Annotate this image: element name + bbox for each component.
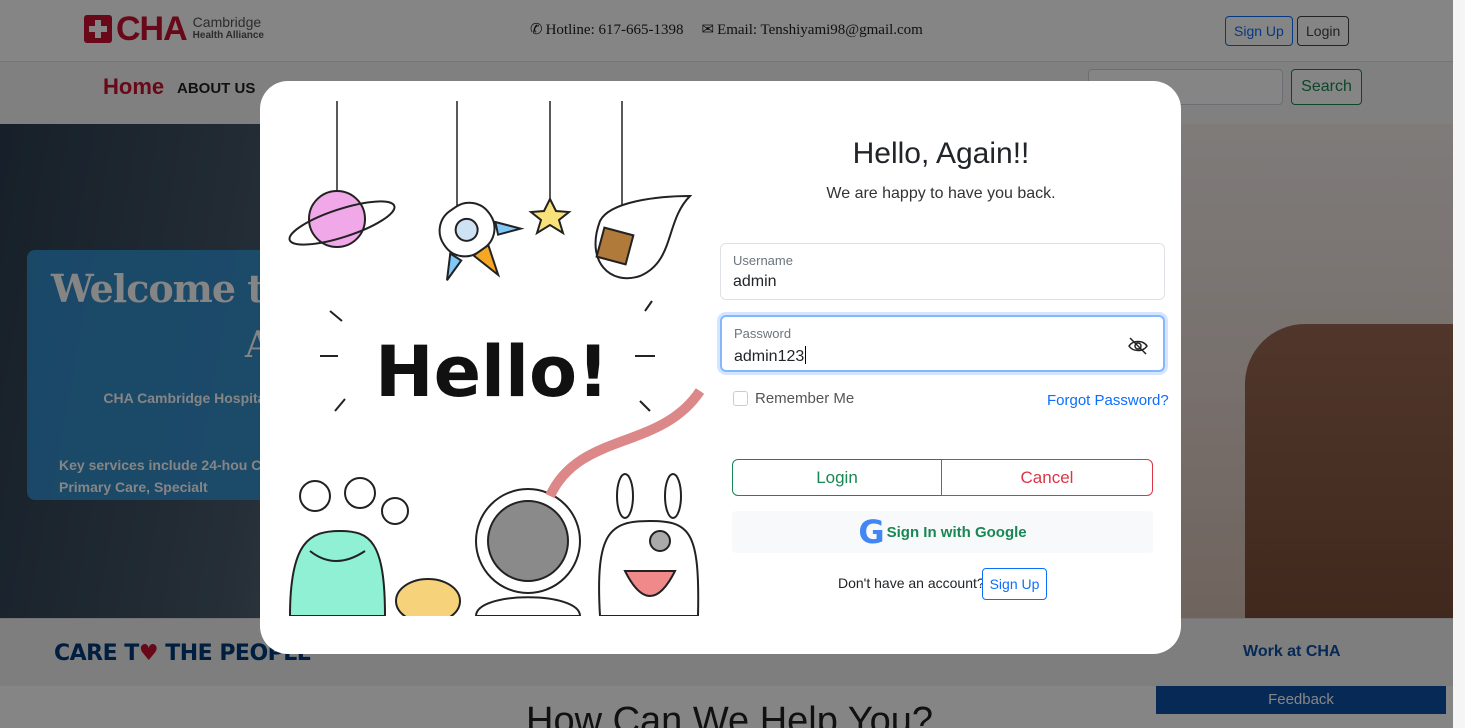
password-input[interactable]: admin123 [734, 346, 807, 366]
remember-checkbox[interactable] [733, 391, 748, 406]
forgot-password-link[interactable]: Forgot Password? [1047, 392, 1169, 409]
page-scrollbar[interactable] [1453, 0, 1465, 728]
hello-illustration: Hello! [288, 101, 705, 616]
google-signin-label: Sign In with Google [886, 523, 1027, 541]
illustration-hello-text: Hello! [375, 331, 609, 413]
modal-signup-button[interactable]: Sign Up [982, 568, 1047, 600]
google-signin-button[interactable]: G Sign In with Google [732, 511, 1153, 553]
username-label: Username [733, 253, 793, 268]
remember-me[interactable]: Remember Me [733, 390, 854, 407]
modal-title: Hello, Again!! [852, 137, 1030, 170]
remember-label: Remember Me [755, 390, 855, 407]
google-icon: G [858, 513, 885, 551]
modal-subtitle: We are happy to have you back. [826, 185, 1056, 202]
password-value: admin123 [734, 348, 805, 365]
password-label: Password [734, 326, 792, 341]
password-field[interactable]: Password admin123 [720, 315, 1165, 372]
cancel-button[interactable]: Cancel [941, 459, 1153, 496]
login-modal: Hello! Hello, Again!! We are happy to ha… [260, 81, 1181, 654]
no-account-text: Don't have an account? [838, 575, 985, 591]
text-caret [805, 346, 807, 364]
login-button[interactable]: Login [732, 459, 942, 496]
username-value[interactable]: admin [733, 273, 777, 291]
username-field[interactable]: Username admin [720, 243, 1165, 300]
eye-slash-icon[interactable] [1127, 337, 1149, 355]
